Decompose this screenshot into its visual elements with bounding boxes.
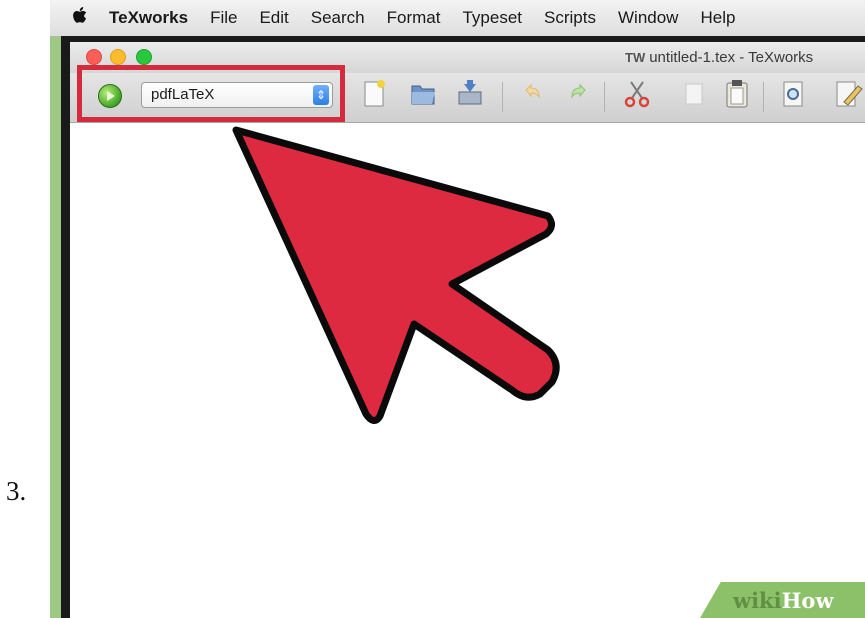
watermark-wiki: wiki bbox=[733, 588, 782, 613]
wikihow-watermark: wikiHow bbox=[733, 588, 834, 613]
watermark-how: How bbox=[781, 588, 834, 613]
red-arrow-pointer bbox=[232, 126, 560, 424]
